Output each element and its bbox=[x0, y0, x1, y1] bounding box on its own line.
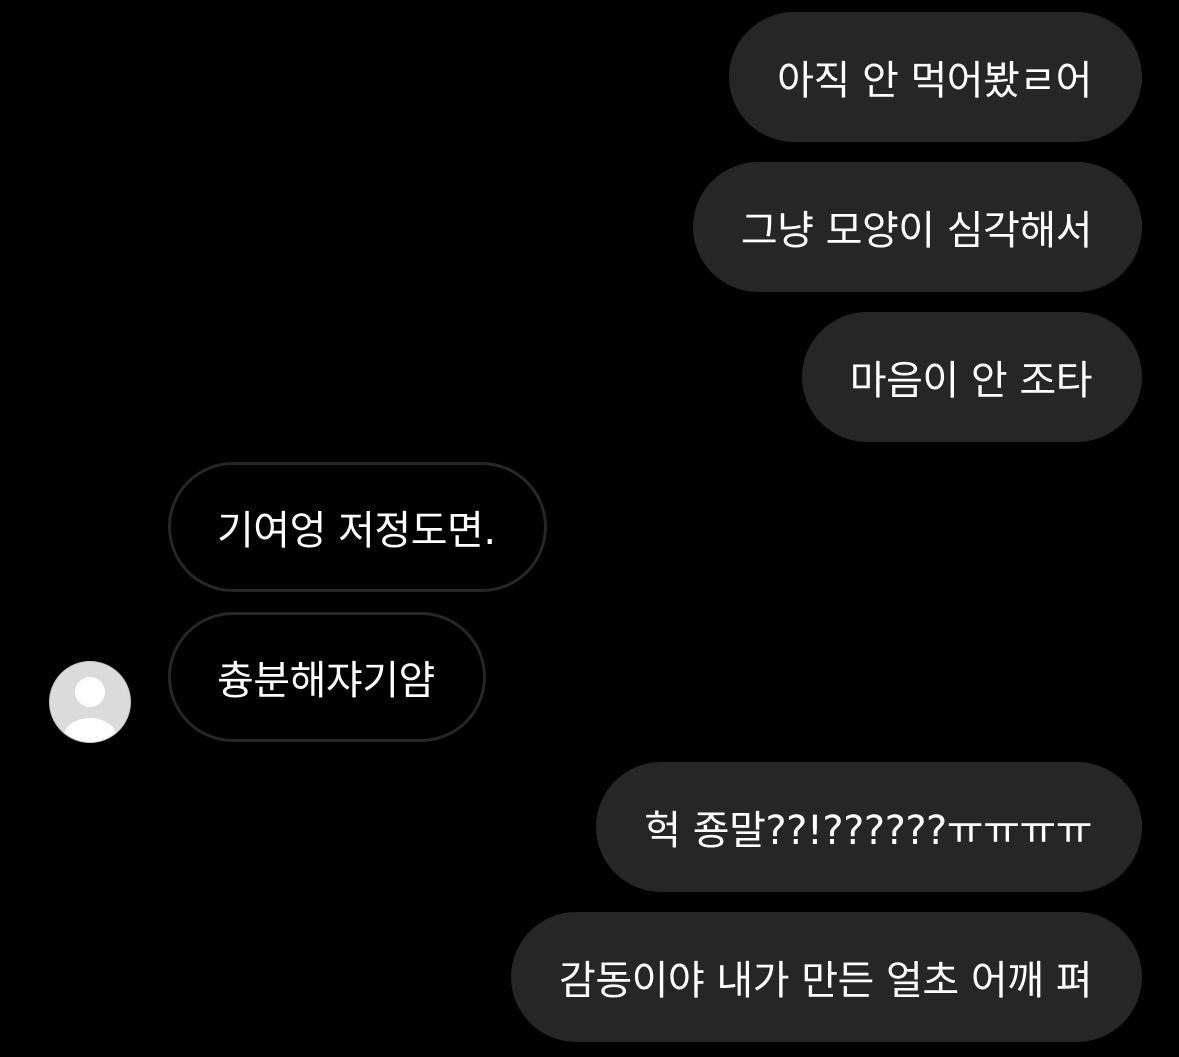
chat-thread: 아직 안 먹어봤ㄹ어 그냥 모양이 심각해서 마음이 안 조타 기여엉 저정도면… bbox=[0, 0, 1179, 1057]
sent-message-bubble[interactable]: 아직 안 먹어봤ㄹ어 bbox=[729, 12, 1142, 142]
sent-message-bubble[interactable]: 그냥 모양이 심각해서 bbox=[692, 162, 1142, 292]
sent-message-bubble[interactable]: 마음이 안 조타 bbox=[801, 312, 1142, 442]
received-message-bubble[interactable]: 츙분해쟈기얌 bbox=[168, 612, 486, 742]
sent-message-bubble[interactable]: 헉 죵말??!??????ㅠㅠㅠㅠ bbox=[596, 762, 1142, 892]
contact-avatar[interactable] bbox=[49, 661, 131, 743]
message-text: 츙분해쟈기얌 bbox=[217, 658, 435, 704]
message-text: 아직 안 먹어봤ㄹ어 bbox=[777, 58, 1092, 104]
message-text: 헉 죵말??!??????ㅠㅠㅠㅠ bbox=[644, 808, 1092, 854]
sent-message-bubble[interactable]: 감동이야 내가 만든 얼초 어깨 펴 bbox=[511, 912, 1142, 1042]
message-text: 마음이 안 조타 bbox=[849, 358, 1093, 404]
default-user-avatar-icon bbox=[63, 677, 117, 742]
message-text: 감동이야 내가 만든 얼초 어깨 펴 bbox=[559, 958, 1092, 1004]
message-text: 기여엉 저정도면. bbox=[217, 508, 496, 554]
message-text: 그냥 모양이 심각해서 bbox=[740, 208, 1093, 254]
received-message-bubble[interactable]: 기여엉 저정도면. bbox=[168, 462, 547, 592]
